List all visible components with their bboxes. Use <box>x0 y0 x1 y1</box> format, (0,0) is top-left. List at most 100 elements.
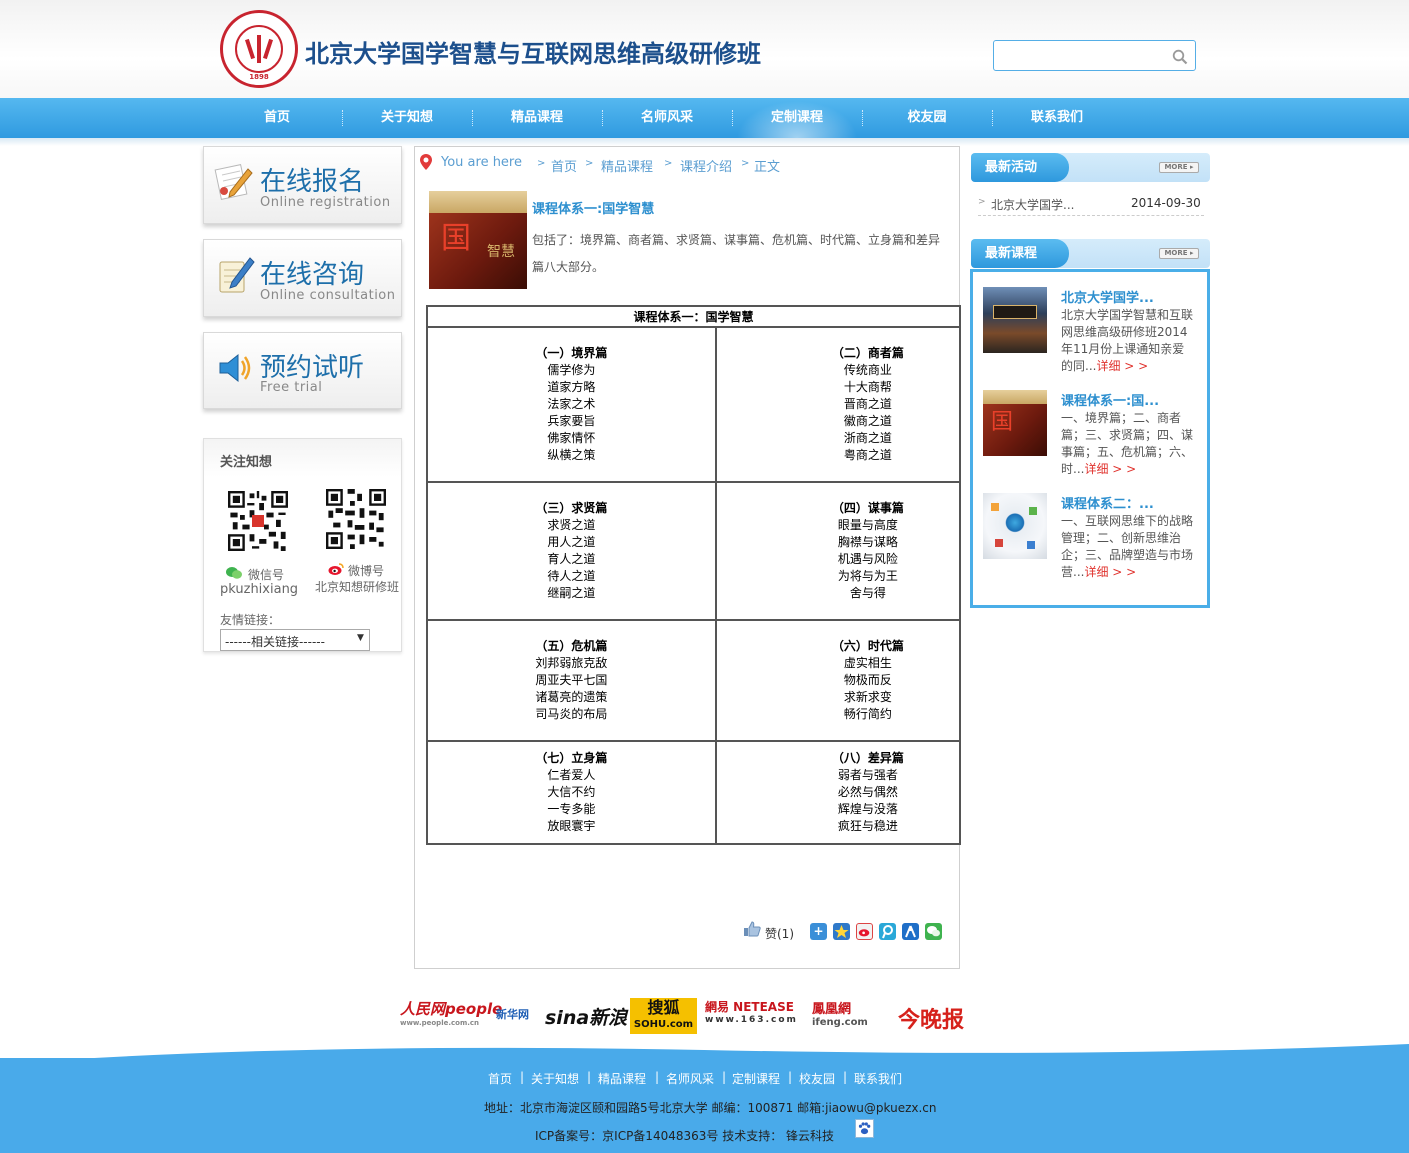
footer-nav-teachers[interactable]: 名师风采 <box>666 1070 714 1087</box>
follow-title: 关注知想 <box>220 455 273 470</box>
footer-address: 地址：北京市海淀区颐和园路5号北京大学 邮编：100871 邮箱:jiaowu@… <box>484 1101 937 1115</box>
search-box[interactable] <box>993 40 1196 71</box>
nav-custom-courses[interactable]: 定制课程 <box>732 98 862 138</box>
list-item[interactable]: 北京大学国学... 北京大学国学智慧和互联网思维高级研修班2014年11月份上课… <box>983 287 1205 377</box>
wechat-label: 微信号 <box>248 568 285 582</box>
follow-panel: 关注知想 微信号 pkuzhixiang 微博号 北京知想研修班 友情链接： -… <box>203 438 402 652</box>
course-item-title[interactable]: 课程体系二：... <box>1061 493 1154 512</box>
table-cell: （五）危机篇 刘邦弱旅克敌 周亚夫平七国 诸葛亮的遗策 司马炎的布局 <box>426 619 717 742</box>
course-image[interactable]: 国 <box>983 390 1047 456</box>
friend-links-select[interactable]: ------相关链接------ ▼ <box>220 629 370 651</box>
main-nav: 首页 关于知想 精品课程 名师风采 定制课程 校友园 联系我们 <box>0 98 1409 138</box>
detail-link[interactable]: 详细 > > <box>1084 462 1136 476</box>
footer-nav-custom[interactable]: 定制课程 <box>732 1070 780 1087</box>
course-image[interactable] <box>983 493 1047 559</box>
footer-icp: ICP备案号：京ICP备14048363号 技术支持： 锋云科技 <box>535 1129 835 1143</box>
nav-home[interactable]: 首页 <box>212 98 342 138</box>
course-title[interactable]: 课程体系一:国学智慧 <box>532 198 654 217</box>
breadcrumb-separator: > <box>664 158 673 169</box>
detail-link[interactable]: 详细 > > <box>1084 565 1136 579</box>
latest-courses-header: 最新课程 MORE ▸ <box>971 239 1210 268</box>
list-item[interactable]: 国 课程体系一:国... 一、境界篇；二、商者篇；三、求贤篇；四、谋事篇；五、危… <box>983 390 1205 480</box>
nav-shadow <box>0 138 1409 146</box>
news-more-button[interactable]: MORE ▸ <box>1159 162 1199 173</box>
course-item-title[interactable]: 课程体系一:国... <box>1061 390 1159 409</box>
table-cell: （四）谋事篇 眼量与高度 胸襟与谋略 机遇与风险 为将与为王 舍与得 <box>714 481 962 621</box>
nav-about[interactable]: 关于知想 <box>342 98 472 138</box>
seal-year: 1898 <box>249 73 269 81</box>
search-input[interactable] <box>1000 47 1160 65</box>
course-image[interactable] <box>983 287 1047 353</box>
nav-courses[interactable]: 精品课程 <box>472 98 602 138</box>
logo-sohu[interactable]: 搜狐 SOHU.com <box>630 998 697 1034</box>
course-thumbnail[interactable]: 国 智慧 <box>429 191 527 289</box>
online-registration-title: 在线报名 <box>260 167 365 197</box>
pen-notepad-icon <box>219 257 255 293</box>
course-table: 课程体系一：国学智慧 （一）境界篇 儒学修为 道家方略 法家之术 兵家要旨 佛家情怀纵… <box>426 305 962 845</box>
table-cell: （一）境界篇 儒学修为 道家方略 法家之术 兵家要旨 佛家情怀 纵横之策 <box>426 326 717 483</box>
search-icon[interactable] <box>1172 49 1188 65</box>
list-item[interactable]: 课程体系二：... 一、互联网思维下的战略管理；二、创新思维治企；三、品牌塑造与… <box>983 493 1205 583</box>
breadcrumb-course-intro[interactable]: 课程介绍 <box>680 156 732 175</box>
course-item-desc: 一、互联网思维下的战略管理；二、创新思维治企；三、品牌塑造与市场营...详细 >… <box>1061 514 1194 579</box>
table-cell: （七）立身篇 仁者爱人 大信不约 一专多能 放眼寰宇 <box>426 740 717 845</box>
logo-xinhua[interactable]: 新华网 <box>496 1006 532 1044</box>
news-title[interactable]: 北京大学国学... <box>991 196 1074 213</box>
online-consultation-button[interactable]: 在线咨询 Online consultation <box>203 239 402 317</box>
list-item[interactable]: > 北京大学国学... 2014-09-30 <box>978 188 1204 216</box>
peking-university-seal: 1898 <box>220 10 298 88</box>
weibo-icon <box>328 563 344 575</box>
location-pin-icon <box>420 154 432 170</box>
footer-nav-alumni[interactable]: 校友园 <box>799 1070 835 1087</box>
friend-links-selected: ------相关链接------ <box>225 635 325 649</box>
weibo-id: 北京知想研修班 <box>314 580 399 594</box>
courses-more-button[interactable]: MORE ▸ <box>1159 248 1199 259</box>
detail-link[interactable]: 详细 > > <box>1096 359 1148 373</box>
latest-courses-title: 最新课程 <box>971 239 1069 268</box>
nav-contact[interactable]: 联系我们 <box>992 98 1122 138</box>
share-weibo-icon[interactable] <box>856 923 873 940</box>
table-row: （五）危机篇 刘邦弱旅克敌 周亚夫平七国 诸葛亮的遗策 司马炎的布局 （六）时代篇 … <box>426 619 962 742</box>
online-registration-subtitle: Online registration <box>260 195 391 210</box>
logo-ifeng[interactable]: 鳳凰網 ifeng.com <box>812 998 892 1036</box>
footer-nav-home[interactable]: 首页 <box>488 1070 512 1087</box>
baidu-paw-icon[interactable] <box>855 1119 874 1138</box>
thumbs-up-icon <box>744 921 761 937</box>
online-registration-button[interactable]: 在线报名 Online registration <box>203 146 402 224</box>
weibo-label: 微博号 <box>348 564 385 578</box>
wechat-id: pkuzhixiang <box>220 582 299 597</box>
logo-sina[interactable]: sina新浪 <box>545 1003 627 1041</box>
share-qzone-icon[interactable] <box>833 923 850 940</box>
footer-nav-contact[interactable]: 联系我们 <box>854 1070 902 1087</box>
logo-netease[interactable]: 網易 NETEASE www.163.com <box>705 998 800 1036</box>
share-more-icon[interactable]: + <box>810 923 827 940</box>
share-tencent-weibo-icon[interactable] <box>879 923 896 940</box>
nav-alumni[interactable]: 校友园 <box>862 98 992 138</box>
breadcrumb-home[interactable]: 首页 <box>551 156 577 175</box>
weibo-qr-code <box>326 489 386 549</box>
breadcrumb-separator: > <box>741 158 750 169</box>
table-cell: （三）求贤篇 求贤之道 用人之道 育人之道 待人之道 继嗣之道 <box>426 481 717 621</box>
links-label: 友情链接： <box>220 613 281 627</box>
table-row: （三）求贤篇 求贤之道 用人之道 育人之道 待人之道 继嗣之道 （四）谋事篇 眼量与高… <box>426 481 962 621</box>
free-trial-button[interactable]: 预约试听 Free trial <box>203 332 402 409</box>
breadcrumb-current: 正文 <box>754 160 781 175</box>
share-renren-icon[interactable] <box>902 923 919 940</box>
table-header: 课程体系一：国学智慧 <box>426 305 961 328</box>
footer-nav-about[interactable]: 关于知想 <box>531 1070 579 1087</box>
breadcrumb-courses[interactable]: 精品课程 <box>601 156 653 175</box>
course-item-desc: 一、境界篇；二、商者篇；三、求贤篇；四、谋事篇；五、危机篇；六、时...详细 >… <box>1061 411 1194 476</box>
course-item-desc: 北京大学国学智慧和互联网思维高级研修班2014年11月份上课通知亲爱的同...详… <box>1061 308 1194 373</box>
arrow-icon: > <box>978 197 986 207</box>
logo-jinwanbao[interactable]: 今晚报 <box>898 1002 978 1040</box>
footer-nav-courses[interactable]: 精品课程 <box>598 1070 646 1087</box>
table-row: （一）境界篇 儒学修为 道家方略 法家之术 兵家要旨 佛家情怀 纵横之策 （二）商者篇 … <box>426 326 962 483</box>
logo-people[interactable]: 人民网people www.people.com.cn <box>400 998 502 1036</box>
course-item-title[interactable]: 北京大学国学... <box>1061 287 1154 306</box>
speaker-icon <box>219 353 251 383</box>
free-trial-subtitle: Free trial <box>260 380 323 395</box>
share-wechat-icon[interactable] <box>925 923 942 940</box>
chevron-down-icon[interactable]: ▼ <box>357 633 364 643</box>
pen-paper-icon <box>214 164 253 200</box>
nav-teachers[interactable]: 名师风采 <box>602 98 732 138</box>
